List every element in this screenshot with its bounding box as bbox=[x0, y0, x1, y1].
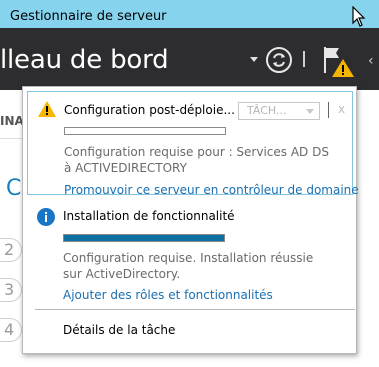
refresh-icon[interactable] bbox=[265, 46, 293, 74]
dashboard-header: lleau de bord ‹ bbox=[0, 28, 379, 90]
background-step-3: 3 bbox=[0, 278, 22, 302]
promote-domain-controller-link[interactable]: Promouvoir ce serveur en contrôleur de d… bbox=[64, 183, 359, 197]
info-icon bbox=[37, 208, 55, 226]
notification-title: Configuration post-déploie... bbox=[64, 103, 235, 117]
add-roles-features-link[interactable]: Ajouter des rôles et fonctionnalités bbox=[63, 288, 273, 302]
close-button[interactable]: x bbox=[338, 102, 345, 116]
task-select[interactable]: TÂCH... bbox=[238, 102, 320, 120]
notification-item-post-deployment: Configuration post-déploie... TÂCH... x … bbox=[27, 91, 359, 197]
window-titlebar: Gestionnaire de serveur bbox=[0, 0, 379, 28]
background-step-4: 4 bbox=[0, 318, 22, 342]
progress-bar bbox=[63, 234, 225, 242]
header-separator bbox=[303, 51, 305, 67]
background-tab-label: INA bbox=[0, 114, 24, 128]
notification-separator bbox=[328, 102, 329, 118]
header-overflow-indicator: ‹ bbox=[368, 53, 374, 69]
notification-title: Installation de fonctionnalité bbox=[63, 209, 235, 223]
background-section-initial: C bbox=[6, 176, 22, 201]
background-tab-underline bbox=[0, 138, 22, 139]
notifications-popup: Configuration post-déploie... TÂCH... x … bbox=[22, 86, 359, 354]
task-select-value: TÂCH... bbox=[247, 104, 287, 117]
page-title: lleau de bord bbox=[0, 45, 169, 75]
mouse-cursor-icon bbox=[352, 6, 366, 27]
background-step-2: 2 bbox=[0, 238, 22, 262]
notification-description: Configuration requise. Installation réus… bbox=[63, 251, 314, 281]
dropdown-arrow-icon[interactable] bbox=[250, 57, 258, 63]
chevron-down-icon bbox=[306, 109, 314, 114]
progress-fill bbox=[64, 235, 224, 241]
task-details-link[interactable]: Détails de la tâche bbox=[63, 323, 175, 337]
notifications-flag-icon[interactable] bbox=[322, 45, 358, 79]
notification-description: Configuration requise pour : Services AD… bbox=[64, 145, 329, 175]
window-title: Gestionnaire de serveur bbox=[10, 9, 167, 24]
divider bbox=[35, 309, 355, 310]
progress-bar bbox=[64, 127, 226, 135]
warning-icon bbox=[38, 101, 56, 117]
